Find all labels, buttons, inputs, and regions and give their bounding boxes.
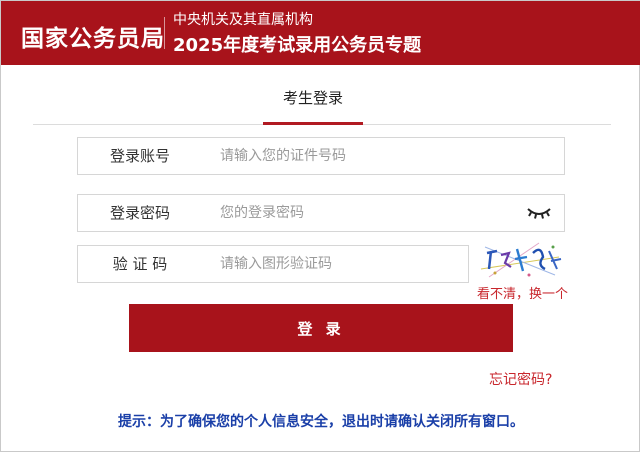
- password-label: 登录密码: [109, 204, 170, 222]
- tab-active-indicator: [263, 122, 363, 125]
- login-button[interactable]: 登 录: [129, 304, 513, 352]
- security-tip: 提示：为了确保您的个人信息安全，退出时请确认关闭所有窗口。: [118, 414, 524, 430]
- account-field: 登录账号: [77, 137, 565, 175]
- captcha-image[interactable]: [479, 239, 563, 281]
- special-title: 2025年度考试录用公务员专题: [173, 35, 422, 56]
- eye-closed-icon[interactable]: [526, 205, 552, 221]
- account-input[interactable]: [220, 143, 550, 169]
- captcha-label: 验 证 码: [112, 255, 168, 273]
- login-page: 国家公务员局 中央机关及其直属机构 2025年度考试录用公务员专题 考生登录 登…: [0, 0, 640, 452]
- account-label: 登录账号: [109, 147, 170, 165]
- captcha-refresh-link[interactable]: 看不清，换一个: [477, 283, 568, 302]
- password-input[interactable]: [220, 200, 510, 226]
- site-brand: 国家公务员局: [21, 26, 165, 52]
- header-divider: [164, 17, 165, 49]
- captcha-input[interactable]: [220, 251, 450, 277]
- tab-candidate-login[interactable]: 考生登录: [263, 87, 363, 125]
- site-header: 国家公务员局 中央机关及其直属机构 2025年度考试录用公务员专题: [1, 1, 640, 65]
- password-field: 登录密码: [77, 194, 565, 232]
- forgot-password-link[interactable]: 忘记密码?: [489, 369, 552, 389]
- captcha-field: 验 证 码: [77, 245, 469, 283]
- org-name: 中央机关及其直属机构: [173, 12, 313, 28]
